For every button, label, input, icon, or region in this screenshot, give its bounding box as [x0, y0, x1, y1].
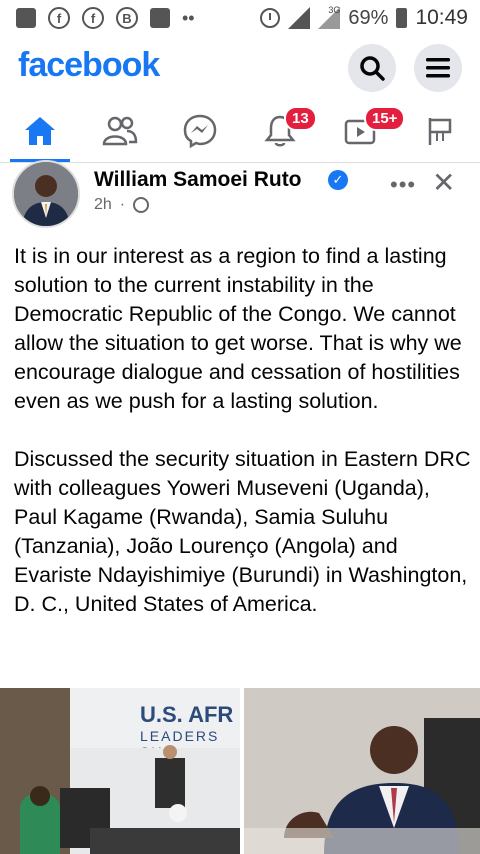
post-time[interactable]: 2h — [94, 196, 112, 214]
tab-friends[interactable] — [90, 104, 150, 158]
battery-percent: 69% — [348, 6, 389, 29]
notification-icon — [16, 8, 36, 28]
notifications-badge: 13 — [284, 106, 317, 131]
photo2-scene — [244, 688, 480, 854]
hamburger-icon — [426, 58, 450, 78]
post-text: It is in our interest as a region to fin… — [14, 244, 471, 616]
post-header: William Samoei Ruto ✓ 2h · ••• ✕ — [0, 160, 480, 234]
more-notifs-icon: •• — [182, 7, 195, 28]
facebook-notif-icon-2: f — [82, 7, 104, 29]
tab-messenger[interactable] — [170, 104, 230, 158]
post-photo-1[interactable]: U.S. AFR LEADERS SU — [0, 688, 240, 854]
globe-icon — [133, 197, 150, 213]
separator-dot: · — [119, 196, 126, 213]
signal-icon — [288, 7, 311, 29]
post-author[interactable]: William Samoei Ruto — [94, 168, 302, 192]
avatar[interactable] — [12, 160, 80, 228]
nav-tabs: 13 15+ — [0, 100, 480, 163]
search-button[interactable] — [348, 44, 396, 92]
home-icon — [25, 117, 55, 145]
b-notif-icon: B — [116, 7, 138, 29]
signal-3g-icon: 3G — [318, 5, 340, 29]
battery-icon — [396, 8, 408, 28]
menu-button[interactable] — [414, 44, 462, 92]
profile-photo — [14, 162, 78, 226]
facebook-logo[interactable]: facebook — [18, 46, 160, 85]
more-options-icon[interactable]: ••• — [390, 172, 416, 198]
clock-time: 10:49 — [415, 6, 468, 29]
flag-icon — [428, 118, 452, 145]
status-bar: f f B •• 3G 69% 10:49 — [0, 0, 480, 36]
tab-pages[interactable] — [410, 104, 470, 158]
post-photo-2[interactable] — [244, 688, 480, 854]
tab-watch[interactable]: 15+ — [330, 104, 406, 158]
search-icon — [360, 56, 385, 81]
image-notif-icon — [150, 8, 170, 28]
app-header: facebook — [0, 36, 480, 100]
alarm-icon — [260, 8, 281, 28]
tab-home[interactable] — [10, 104, 70, 162]
facebook-notif-icon: f — [48, 7, 70, 29]
watch-badge: 15+ — [364, 106, 406, 131]
close-icon[interactable]: ✕ — [432, 166, 455, 199]
post-photos: U.S. AFR LEADERS SU — [0, 688, 480, 854]
photo1-scene — [0, 688, 240, 854]
post-meta: 2h · — [94, 196, 150, 214]
friends-icon — [102, 116, 138, 146]
tab-notifications[interactable]: 13 — [250, 104, 317, 158]
verified-badge-icon: ✓ — [328, 170, 348, 190]
messenger-icon — [183, 114, 217, 148]
